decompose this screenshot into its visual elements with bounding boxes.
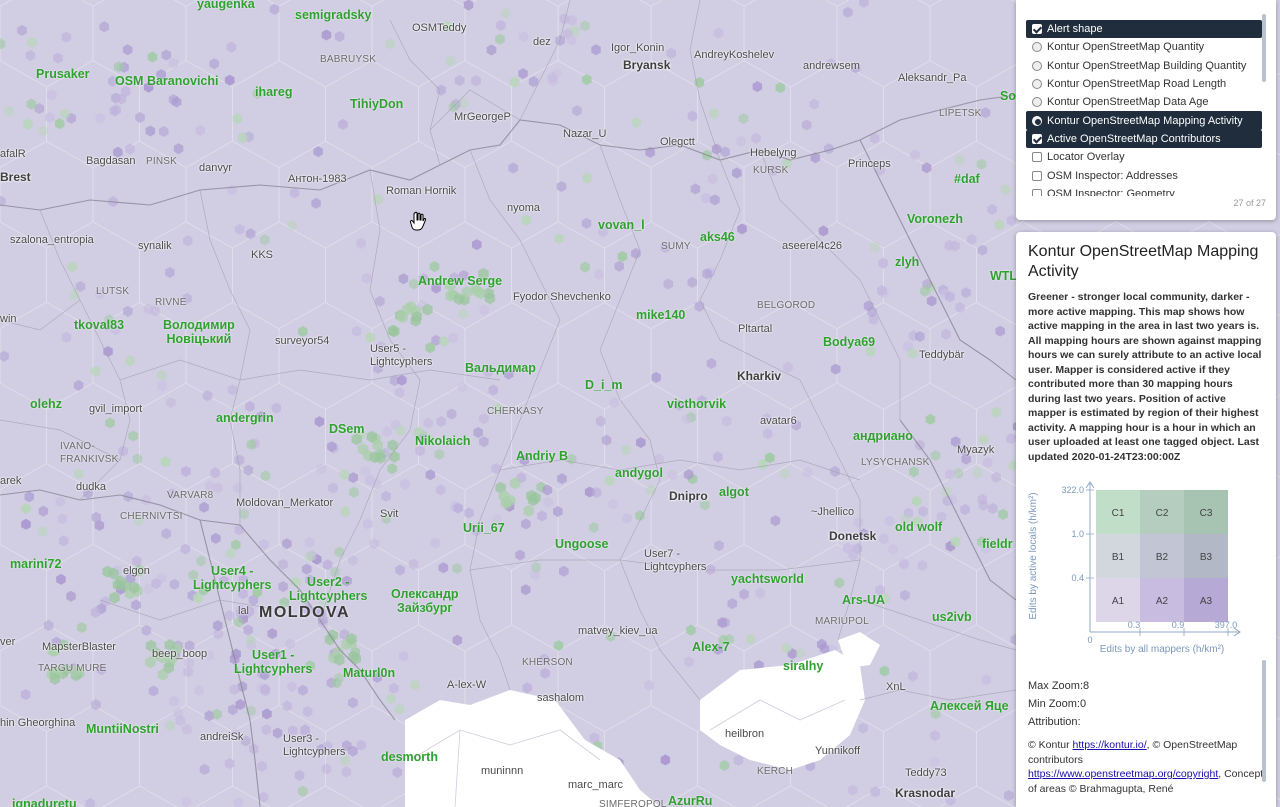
- layer-item-1[interactable]: Kontur OpenStreetMap Quantity: [1026, 38, 1262, 56]
- legend-scrollbar[interactable]: [1262, 660, 1266, 782]
- bivariate-cell-label: C1: [1112, 508, 1125, 519]
- layer-item-label: Alert shape: [1047, 23, 1103, 36]
- max-zoom: Max Zoom:8: [1028, 680, 1090, 692]
- bivariate-x-tick-2: 0.9: [1172, 620, 1185, 630]
- layer-switcher-panel: Alert shape Kontur OpenStreetMap Quantity…: [1016, 0, 1276, 220]
- layer-item-5[interactable]: Kontur OpenStreetMap Mapping Activity: [1026, 111, 1262, 130]
- legend-panel: Kontur OpenStreetMap Mapping Activity Gr…: [1016, 232, 1276, 807]
- layer-radio-icon[interactable]: [1032, 97, 1042, 108]
- layer-item-label: Kontur OpenStreetMap Quantity: [1047, 41, 1205, 54]
- bivariate-x-tick-1: 0.3: [1128, 620, 1141, 630]
- layer-item-0[interactable]: Alert shape: [1026, 20, 1262, 39]
- osm-copyright-link[interactable]: https://www.openstreetmap.org/copyright: [1028, 768, 1218, 780]
- bivariate-cell-label: B3: [1200, 552, 1213, 563]
- bivariate-cell-label: C3: [1200, 508, 1213, 519]
- layer-radio-icon[interactable]: [1032, 79, 1042, 90]
- bivariate-x-label: Edits by all mappers (h/km²): [1100, 644, 1224, 655]
- layer-item-label: Active OpenStreetMap Contributors: [1047, 132, 1221, 145]
- layer-item-8[interactable]: OSM Inspector: Addresses: [1026, 166, 1262, 184]
- layer-list: Alert shape Kontur OpenStreetMap Quantity…: [1026, 20, 1262, 196]
- layer-checkbox-icon[interactable]: [1032, 188, 1042, 196]
- layer-item-2[interactable]: Kontur OpenStreetMap Building Quantity: [1026, 57, 1262, 75]
- layer-item-label: Locator Overlay: [1047, 151, 1125, 164]
- layer-item-3[interactable]: Kontur OpenStreetMap Road Length: [1026, 75, 1262, 93]
- min-zoom: Min Zoom:0: [1028, 698, 1087, 710]
- attribution-label: Attribution:: [1028, 716, 1081, 728]
- bivariate-cell-label: B2: [1156, 552, 1169, 563]
- layer-counter: 27 of 27: [1233, 198, 1266, 208]
- layer-item-6[interactable]: Active OpenStreetMap Contributors: [1026, 129, 1262, 149]
- bivariate-y-tick-mid: 1.0: [1071, 529, 1084, 539]
- layer-item-label: Kontur OpenStreetMap Building Quantity: [1047, 59, 1247, 72]
- bivariate-legend: C1 C2 C3 B1 B2 B3 A1 A2 A3 322.0 1.0 0.4 0 0.3 0…: [1028, 481, 1241, 655]
- layer-item-9[interactable]: OSM Inspector: Geometry: [1026, 185, 1262, 196]
- layer-item-label: Kontur OpenStreetMap Data Age: [1047, 96, 1209, 109]
- bivariate-x-tick-3: 397.0: [1215, 620, 1238, 630]
- layer-item-4[interactable]: Kontur OpenStreetMap Data Age: [1026, 93, 1262, 111]
- layer-item-label: OSM Inspector: Addresses: [1047, 169, 1178, 182]
- layer-checkbox-icon[interactable]: [1032, 133, 1042, 144]
- bivariate-cell-label: C2: [1156, 508, 1169, 519]
- legend-description: Greener - stronger local community, dark…: [1028, 291, 1262, 463]
- bivariate-cell-label: A1: [1112, 596, 1125, 607]
- layer-item-7[interactable]: Locator Overlay: [1026, 148, 1262, 166]
- legend-title: Kontur OpenStreetMap Mapping Activity: [1028, 243, 1259, 280]
- layer-radio-icon[interactable]: [1032, 42, 1042, 53]
- attribution-text: © Kontur https://kontur.io/, © OpenStree…: [1028, 739, 1264, 795]
- bivariate-y-tick-low: 0.4: [1071, 573, 1084, 583]
- layer-checkbox-icon[interactable]: [1032, 170, 1042, 181]
- layer-item-label: OSM Inspector: Geometry: [1047, 187, 1175, 196]
- bivariate-cell-label: B1: [1112, 552, 1125, 563]
- bivariate-cell-label: A2: [1156, 596, 1169, 607]
- layer-item-label: Kontur OpenStreetMap Mapping Activity: [1047, 114, 1243, 127]
- layer-radio-icon[interactable]: [1032, 115, 1042, 126]
- layer-list-scrollbar[interactable]: [1262, 14, 1266, 82]
- layer-checkbox-icon[interactable]: [1032, 24, 1042, 35]
- layer-checkbox-icon[interactable]: [1032, 152, 1042, 163]
- bivariate-cell-label: A3: [1200, 596, 1213, 607]
- layer-radio-icon[interactable]: [1032, 60, 1042, 71]
- kontur-link[interactable]: https://kontur.io/: [1073, 739, 1147, 751]
- bivariate-x-tick-origin: 0: [1087, 635, 1092, 645]
- bivariate-y-tick-top: 322.0: [1061, 485, 1084, 495]
- bivariate-y-label: Edits by active locals (h/km²): [1028, 492, 1039, 619]
- layer-item-label: Kontur OpenStreetMap Road Length: [1047, 78, 1227, 91]
